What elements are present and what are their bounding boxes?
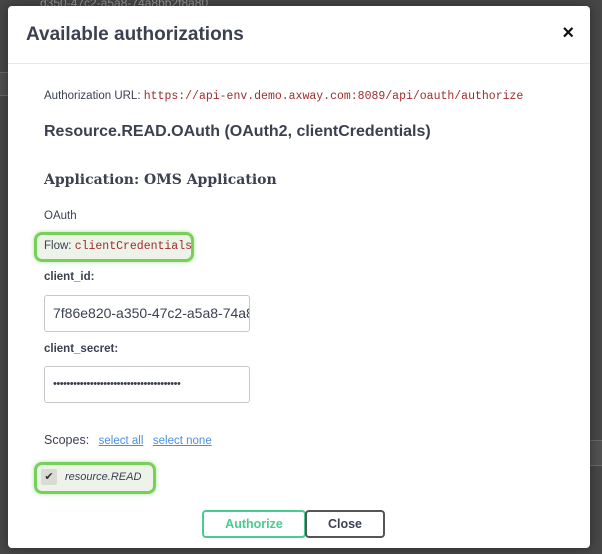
background-element	[588, 440, 602, 466]
auth-type: OAuth	[44, 210, 77, 222]
scopes-label: Scopes:	[44, 433, 90, 447]
close-icon[interactable]: ×	[562, 23, 574, 43]
authorization-url: Authorization URL: https://api-env.demo.…	[44, 90, 523, 103]
client-secret-label: client_secret:	[44, 343, 119, 355]
select-none-link[interactable]: select none	[153, 435, 212, 447]
close-button[interactable]: Close	[305, 510, 385, 538]
application-name: Application: OMS Application	[44, 172, 277, 188]
flow-label: Flow:	[44, 240, 72, 252]
scheme-name: Resource.READ.OAuth (OAuth2, clientCrede…	[44, 123, 431, 140]
authorizations-modal: Available authorizations × Authorization…	[8, 6, 590, 548]
scope-label: resource.READ	[65, 471, 142, 483]
modal-title: Available authorizations	[26, 24, 244, 45]
flow-value: clientCredentials	[74, 240, 193, 253]
modal-header: Available authorizations ×	[8, 6, 590, 64]
client-secret-input[interactable]: ••••••••••••••••••••••••••••••••••••••	[44, 366, 250, 403]
select-all-link[interactable]: select all	[99, 435, 144, 447]
scope-item[interactable]: ✔ resource.READ	[34, 462, 156, 494]
authorize-button[interactable]: Authorize	[202, 510, 306, 538]
client-id-input[interactable]: 7f86e820-a350-47c2-a5a8-74a8bb2f8a80	[44, 295, 250, 332]
authorization-url-value: https://api-env.demo.axway.com:8089/api/…	[143, 90, 524, 103]
checkbox-checked-icon[interactable]: ✔	[41, 469, 57, 485]
authorization-url-label: Authorization URL:	[44, 90, 141, 102]
client-id-label: client_id:	[44, 271, 95, 283]
scopes-row: Scopes: select all select none	[44, 433, 212, 447]
flow-highlight: Flow: clientCredentials	[34, 232, 194, 262]
